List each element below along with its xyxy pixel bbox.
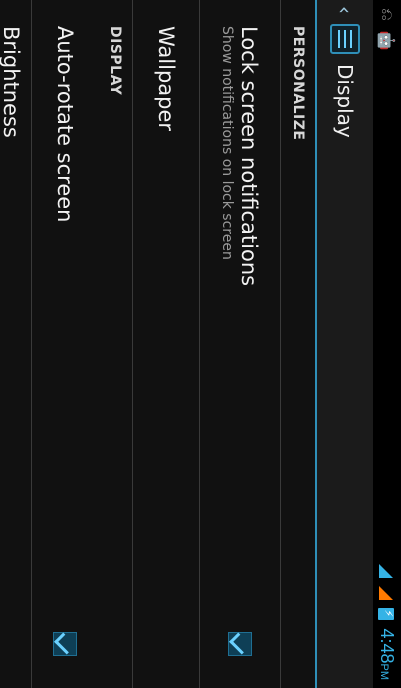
setting-auto-rotate[interactable]: Auto-rotate screen xyxy=(31,0,98,688)
status-right-icons: 4:48PM xyxy=(376,564,397,680)
check-icon xyxy=(229,632,251,655)
section-header-label: PERSONALIZE xyxy=(290,26,306,141)
section-header-label: DISPLAY xyxy=(107,26,123,96)
setting-wallpaper[interactable]: Wallpaper xyxy=(132,0,199,688)
cell-signal-icon xyxy=(379,586,394,601)
clock-ampm: PM xyxy=(378,663,390,681)
settings-list: PERSONALIZE Lock screen notifications Sh… xyxy=(0,0,315,688)
battery-charging-icon xyxy=(378,608,395,621)
page-title: Display xyxy=(333,64,357,138)
setting-title: Lock screen notifications xyxy=(237,26,261,287)
setting-title: Wallpaper xyxy=(154,26,179,132)
setting-title: Brightness xyxy=(0,26,23,138)
landscape-screen: ⎌ 🤖 4:48PM ‹ Display PERSONALIZE xyxy=(0,0,401,688)
setting-lock-screen-notifications[interactable]: Lock screen notifications Show notificat… xyxy=(199,0,280,688)
action-bar: ‹ Display xyxy=(315,0,373,688)
status-left-icons: ⎌ 🤖 xyxy=(377,8,398,51)
check-icon xyxy=(54,632,76,655)
status-bar: ⎌ 🤖 4:48PM xyxy=(373,0,401,688)
section-header-personalize: PERSONALIZE xyxy=(280,0,315,688)
setting-brightness[interactable]: Brightness xyxy=(0,26,23,138)
section-header-display: DISPLAY xyxy=(98,0,132,688)
lock-notifications-checkbox[interactable] xyxy=(228,632,252,656)
up-chevron-icon[interactable]: ‹ xyxy=(333,6,357,20)
settings-display-icon[interactable] xyxy=(330,24,360,54)
clock-time: 4:48 xyxy=(377,628,397,664)
auto-rotate-checkbox[interactable] xyxy=(53,632,77,656)
clock: 4:48PM xyxy=(376,628,397,680)
android-icon: 🤖 xyxy=(377,30,397,51)
wifi-signal-icon xyxy=(379,564,394,579)
usb-icon: ⎌ xyxy=(378,8,397,21)
setting-summary: Show notifications on lock screen xyxy=(219,26,235,260)
setting-title: Auto-rotate screen xyxy=(53,26,78,223)
